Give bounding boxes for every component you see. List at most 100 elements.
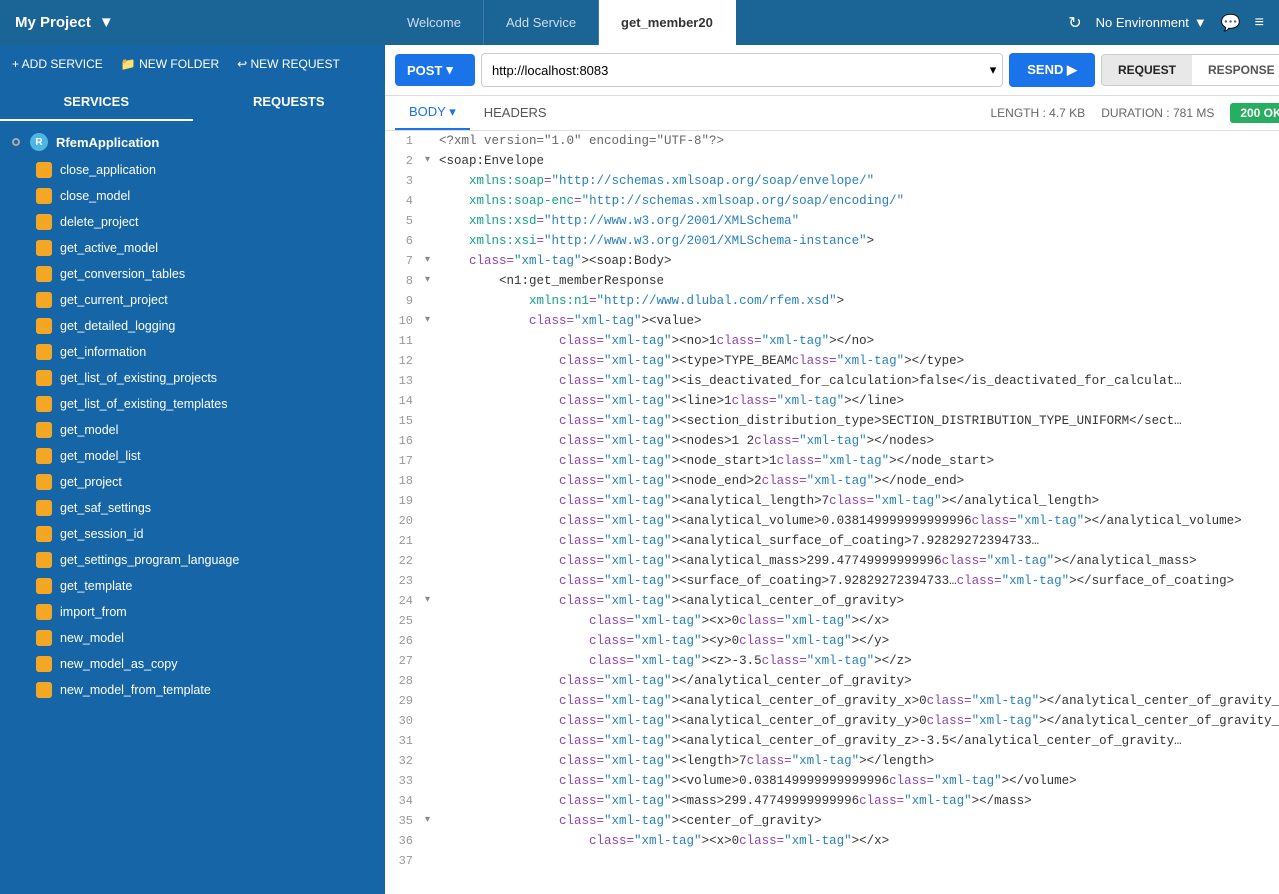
code-content: class="xml-tag"><node_start>1class="xml-… <box>439 451 994 471</box>
sidebar-tab-requests[interactable]: REQUESTS <box>193 83 386 121</box>
line-number: 8 <box>385 271 425 291</box>
sub-toolbar: + ADD SERVICE 📁 NEW FOLDER ↩ NEW REQUEST <box>0 45 385 83</box>
code-line: 19 class="xml-tag"><analytical_length>7c… <box>385 491 1279 511</box>
code-content: class="xml-tag"><center_of_gravity> <box>439 811 822 831</box>
code-line: 21 class="xml-tag"><analytical_surface_o… <box>385 531 1279 551</box>
tab-welcome[interactable]: Welcome <box>385 0 484 45</box>
service-icon <box>36 474 52 490</box>
fold-button[interactable]: ▾ <box>425 251 439 271</box>
service-icon <box>36 370 52 386</box>
fold-button[interactable]: ▾ <box>425 591 439 611</box>
sidebar-item[interactable]: get_model_list <box>0 443 385 469</box>
line-number: 31 <box>385 731 425 751</box>
sidebar-item[interactable]: new_model_as_copy <box>0 651 385 677</box>
service-icon <box>36 292 52 308</box>
fold-button[interactable]: ▾ <box>425 811 439 831</box>
sidebar-item[interactable]: new_model_from_template <box>0 677 385 703</box>
line-number: 19 <box>385 491 425 511</box>
menu-icon[interactable]: ≡ <box>1255 14 1264 32</box>
sidebar-item[interactable]: get_conversion_tables <box>0 261 385 287</box>
project-chevron[interactable]: ▼ <box>99 14 114 31</box>
code-content: class="xml-tag"><analytical_center_of_gr… <box>439 591 904 611</box>
line-number: 17 <box>385 451 425 471</box>
code-viewer[interactable]: 1<?xml version="1.0" encoding="UTF-8"?>2… <box>385 131 1279 894</box>
response-button[interactable]: RESPONSE <box>1192 55 1279 85</box>
sidebar-item[interactable]: get_list_of_existing_projects <box>0 365 385 391</box>
line-number: 2 <box>385 151 425 171</box>
sidebar-item[interactable]: get_session_id <box>0 521 385 547</box>
sidebar-item[interactable]: close_model <box>0 183 385 209</box>
tab-headers[interactable]: HEADERS <box>470 97 561 130</box>
tab-get-member20[interactable]: get_member20 <box>599 0 736 45</box>
request-button[interactable]: REQUEST <box>1102 55 1192 85</box>
url-dropdown-button[interactable]: ▾ <box>984 53 1004 87</box>
service-icon <box>36 188 52 204</box>
sidebar-item[interactable]: get_detailed_logging <box>0 313 385 339</box>
sidebar-item[interactable]: delete_project <box>0 209 385 235</box>
line-number: 20 <box>385 511 425 531</box>
code-content: class="xml-tag"><surface_of_coating>7.92… <box>439 571 1234 591</box>
add-service-button[interactable]: + ADD SERVICE <box>12 57 103 71</box>
service-icon <box>36 630 52 646</box>
code-content: class="xml-tag"><section_distribution_ty… <box>439 411 1182 431</box>
url-input[interactable] <box>481 53 984 87</box>
status-badge: 200 OK <box>1230 103 1279 123</box>
main-layout: + ADD SERVICE 📁 NEW FOLDER ↩ NEW REQUEST… <box>0 45 1279 894</box>
right-panel: POST ▾ ▾ SEND ▶ REQUEST RESPONSE BODY ▾ … <box>385 45 1279 894</box>
tab-body[interactable]: BODY ▾ <box>395 96 470 130</box>
sidebar-root-item[interactable]: R RfemApplication <box>0 127 385 157</box>
new-request-button[interactable]: ↩ NEW REQUEST <box>237 57 340 71</box>
code-content: <n1:get_memberResponse <box>439 271 664 291</box>
code-content: class="xml-tag"><soap:Body> <box>439 251 672 271</box>
sidebar-item[interactable]: get_list_of_existing_templates <box>0 391 385 417</box>
code-line: 24▾ class="xml-tag"><analytical_center_o… <box>385 591 1279 611</box>
project-title-area: My Project ▼ <box>0 14 385 31</box>
url-bar: POST ▾ ▾ SEND ▶ REQUEST RESPONSE <box>385 45 1279 96</box>
code-line: 5 xmlns:xsd="http://www.w3.org/2001/XMLS… <box>385 211 1279 231</box>
code-line: 31 class="xml-tag"><analytical_center_of… <box>385 731 1279 751</box>
sidebar-item[interactable]: get_project <box>0 469 385 495</box>
sidebar-item[interactable]: get_active_model <box>0 235 385 261</box>
line-number: 25 <box>385 611 425 631</box>
sidebar-item[interactable]: get_settings_program_language <box>0 547 385 573</box>
method-button[interactable]: POST ▾ <box>395 54 475 86</box>
send-button[interactable]: SEND ▶ <box>1009 53 1095 87</box>
code-content: <soap:Envelope <box>439 151 544 171</box>
sidebar-item[interactable]: get_information <box>0 339 385 365</box>
code-line: 26 class="xml-tag"><y>0class="xml-tag"><… <box>385 631 1279 651</box>
code-line: 32 class="xml-tag"><length>7class="xml-t… <box>385 751 1279 771</box>
fold-button[interactable]: ▾ <box>425 311 439 331</box>
sidebar-item[interactable]: get_current_project <box>0 287 385 313</box>
fold-button[interactable]: ▾ <box>425 271 439 291</box>
chat-icon[interactable]: 💬 <box>1221 13 1241 33</box>
service-icon <box>36 266 52 282</box>
line-number: 9 <box>385 291 425 311</box>
line-number: 24 <box>385 591 425 611</box>
sidebar-item[interactable]: get_template <box>0 573 385 599</box>
code-line: 30 class="xml-tag"><analytical_center_of… <box>385 711 1279 731</box>
sidebar-tab-services[interactable]: SERVICES <box>0 83 193 121</box>
code-content: xmlns:xsd="http://www.w3.org/2001/XMLSch… <box>439 211 799 231</box>
refresh-icon[interactable]: ↻ <box>1068 13 1081 33</box>
env-chevron: ▼ <box>1194 15 1207 30</box>
sidebar-item[interactable]: close_application <box>0 157 385 183</box>
code-line: 13 class="xml-tag"><is_deactivated_for_c… <box>385 371 1279 391</box>
new-folder-button[interactable]: 📁 NEW FOLDER <box>121 57 219 71</box>
code-line: 4 xmlns:soap-enc="http://schemas.xmlsoap… <box>385 191 1279 211</box>
sidebar-item[interactable]: get_saf_settings <box>0 495 385 521</box>
tab-add-service[interactable]: Add Service <box>484 0 599 45</box>
url-group: ▾ <box>481 53 1003 87</box>
code-content: class="xml-tag"><analytical_center_of_gr… <box>439 711 1279 731</box>
service-icon <box>36 396 52 412</box>
sidebar-item[interactable]: get_model <box>0 417 385 443</box>
line-number: 10 <box>385 311 425 331</box>
fold-button[interactable]: ▾ <box>425 151 439 171</box>
line-number: 11 <box>385 331 425 351</box>
code-line: 12 class="xml-tag"><type>TYPE_BEAMclass=… <box>385 351 1279 371</box>
code-line: 9 xmlns:n1="http://www.dlubal.com/rfem.x… <box>385 291 1279 311</box>
code-content: class="xml-tag"><is_deactivated_for_calc… <box>439 371 1182 391</box>
top-right-area: ↻ No Environment ▼ 💬 ≡ <box>1053 13 1279 33</box>
sidebar-item[interactable]: new_model <box>0 625 385 651</box>
sidebar-item[interactable]: import_from <box>0 599 385 625</box>
env-selector[interactable]: No Environment ▼ <box>1096 15 1207 30</box>
